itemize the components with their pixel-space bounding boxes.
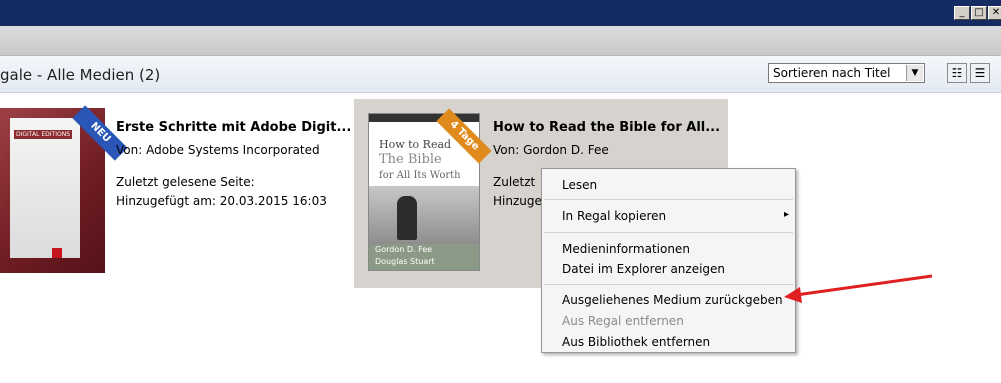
list-view-button[interactable]: ☰	[970, 63, 990, 83]
cover-photo	[369, 186, 479, 244]
cover-line-1: How to Read	[379, 138, 452, 151]
minimize-button[interactable]: _	[954, 6, 970, 20]
book-title[interactable]: Erste Schritte mit Adobe Digit...	[116, 120, 351, 135]
close-button[interactable]: ✕	[988, 6, 1001, 20]
adobe-logo-icon	[52, 248, 62, 258]
book-added-date: Hinzuge	[493, 194, 542, 208]
menu-item-medium-zurueckgeben[interactable]: Ausgeliehenes Medium zurückgeben	[562, 293, 783, 307]
cover-authors: Gordon D. Fee Douglas Stuart	[369, 244, 479, 270]
red-arrow-icon	[784, 274, 933, 303]
toolbar	[0, 26, 1001, 56]
cover-person-figure	[397, 196, 417, 240]
book-last-page: Zuletzt gelesene Seite:	[116, 175, 255, 189]
cover-line-2: The Bible	[379, 152, 442, 167]
menu-separator	[544, 199, 793, 200]
cover-title-text: DIGITAL EDITIONS	[14, 130, 72, 139]
book-added-date: Hinzugefügt am: 20.03.2015 16:03	[116, 194, 327, 208]
menu-item-aus-regal-entfernen: Aus Regal entfernen	[562, 314, 684, 328]
detail-view-button[interactable]: ☷	[947, 63, 967, 83]
menu-item-lesen[interactable]: Lesen	[562, 178, 597, 192]
cover-author-1: Gordon D. Fee	[375, 245, 433, 254]
cover-line-3: for All Its Worth	[379, 170, 461, 181]
cover-author-2: Douglas Stuart	[375, 257, 435, 266]
window-titlebar	[0, 0, 1001, 26]
submenu-arrow-icon: ▸	[784, 209, 790, 220]
book-author: Von: Gordon D. Fee	[493, 143, 609, 157]
menu-item-aus-bibliothek-entfernen[interactable]: Aus Bibliothek entfernen	[562, 335, 710, 349]
sort-select-value: Sortieren nach Titel	[773, 66, 891, 80]
book-title[interactable]: How to Read the Bible for All...	[493, 120, 720, 135]
book-author: Von: Adobe Systems Incorporated	[116, 143, 320, 157]
maximize-button[interactable]: □	[971, 6, 987, 20]
menu-separator	[544, 232, 793, 233]
cover-page-graphic	[10, 118, 80, 258]
book-last-page: Zuletzt	[493, 175, 536, 189]
sort-select[interactable]: Sortieren nach Titel ▼	[768, 63, 925, 83]
dropdown-arrow-icon[interactable]: ▼	[906, 65, 923, 81]
menu-separator	[544, 284, 793, 285]
menu-item-medieninformationen[interactable]: Medieninformationen	[562, 242, 690, 256]
page-title: gale - Alle Medien (2)	[0, 66, 161, 84]
menu-item-datei-im-explorer[interactable]: Datei im Explorer anzeigen	[562, 262, 725, 276]
context-menu: Lesen In Regal kopieren ▸ Medieninformat…	[541, 168, 796, 353]
menu-item-in-regal-kopieren[interactable]: In Regal kopieren	[562, 209, 666, 223]
